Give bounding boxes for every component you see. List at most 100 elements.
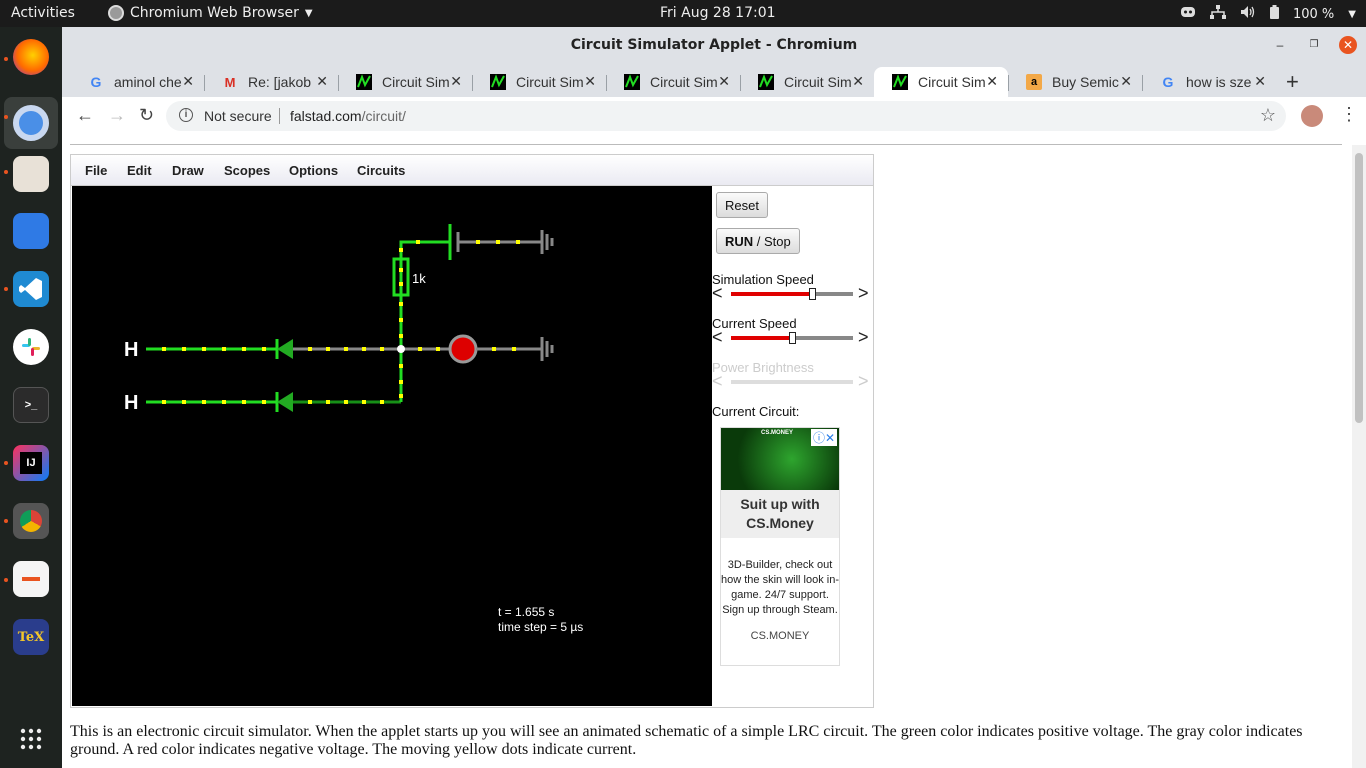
url-text[interactable]: falstad.com/circuit/ bbox=[290, 108, 406, 124]
new-tab-button[interactable]: + bbox=[1286, 69, 1299, 95]
page-scrollbar[interactable] bbox=[1352, 145, 1366, 768]
slider-track[interactable] bbox=[731, 332, 853, 344]
menu-file[interactable]: File bbox=[85, 163, 107, 178]
chevron-left-icon[interactable]: < bbox=[712, 327, 723, 348]
screenshot-icon[interactable] bbox=[13, 503, 49, 539]
system-tray[interactable]: 100 % ▼ bbox=[1180, 5, 1356, 23]
intellij-icon[interactable]: IJ bbox=[13, 445, 49, 481]
tab-close-icon[interactable]: ✕ bbox=[182, 73, 194, 90]
terminal-icon[interactable]: >_ bbox=[13, 387, 49, 423]
address-bar[interactable]: i Not secure falstad.com/circuit/ ☆ bbox=[166, 101, 1286, 131]
resistor-1k[interactable]: 1k bbox=[392, 257, 426, 297]
network-icon[interactable] bbox=[1209, 5, 1226, 23]
back-button[interactable]: ← bbox=[76, 105, 94, 126]
diode-2[interactable] bbox=[277, 392, 293, 412]
ad-body[interactable]: 3D-Builder, check out how the skin will … bbox=[721, 558, 839, 618]
close-button[interactable]: ✕ bbox=[1339, 36, 1357, 54]
running-indicator bbox=[4, 57, 8, 61]
led-indicator[interactable] bbox=[448, 334, 478, 364]
circuit-schematic[interactable]: 1k H H t = 1.655 s time step = 5 µs bbox=[72, 186, 712, 706]
chevron-left-icon[interactable]: < bbox=[712, 283, 723, 304]
slider-fill bbox=[731, 292, 812, 296]
circuit-canvas[interactable]: 1k H H t = 1.655 s time step = 5 µs bbox=[72, 186, 712, 706]
tab-9[interactable]: Ghow is sze ✕ bbox=[1142, 67, 1276, 97]
tab-5[interactable]: Circuit Sim ✕ bbox=[606, 67, 740, 97]
chevron-right-icon[interactable]: > bbox=[858, 283, 869, 304]
tab-close-icon[interactable]: ✕ bbox=[986, 73, 998, 90]
security-label[interactable]: Not secure bbox=[204, 108, 272, 124]
forward-button[interactable]: → bbox=[108, 105, 126, 126]
ad-domain[interactable]: CS.MONEY bbox=[721, 630, 839, 642]
chevron-right-icon[interactable]: > bbox=[858, 327, 869, 348]
tab-6[interactable]: Circuit Sim ✕ bbox=[740, 67, 874, 97]
activities-button[interactable]: Activities bbox=[11, 5, 75, 21]
input-row-1[interactable]: H bbox=[124, 295, 542, 402]
diode-1[interactable] bbox=[277, 339, 293, 359]
menu-options[interactable]: Options bbox=[289, 163, 338, 178]
clock[interactable]: Fri Aug 28 17:01 bbox=[660, 5, 776, 21]
chromium-dock-slot[interactable] bbox=[4, 97, 58, 149]
discord-icon[interactable] bbox=[1180, 6, 1196, 22]
url-host: falstad.com bbox=[290, 108, 362, 124]
software-icon[interactable] bbox=[13, 213, 49, 249]
tab-close-icon[interactable]: ✕ bbox=[718, 73, 730, 90]
ground-symbol-bottom bbox=[540, 337, 554, 361]
menu-scopes[interactable]: Scopes bbox=[224, 163, 270, 178]
ad-headline[interactable]: Suit up with CS.Money bbox=[721, 490, 839, 538]
advertisement[interactable]: CS.MONEY ⓘ✕ Suit up with CS.Money 3D-Bui… bbox=[720, 427, 840, 666]
tab-close-icon[interactable]: ✕ bbox=[852, 73, 864, 90]
tab-8[interactable]: a Buy Semic ✕ bbox=[1008, 67, 1142, 97]
window-title: Circuit Simulator Applet - Chromium bbox=[570, 37, 858, 53]
info-icon[interactable]: i bbox=[179, 108, 193, 122]
ad-choices-icon[interactable]: ⓘ✕ bbox=[810, 429, 837, 446]
menu-edit[interactable]: Edit bbox=[127, 163, 152, 178]
applet-menubar: File Edit Draw Scopes Options Circuits bbox=[71, 155, 873, 186]
app-menu[interactable]: Chromium Web Browser ▼ bbox=[108, 5, 313, 21]
window-titlebar[interactable]: Circuit Simulator Applet - Chromium – ❐ … bbox=[62, 27, 1366, 63]
more-menu-icon[interactable]: ⋮ bbox=[1340, 104, 1358, 125]
firefox-icon[interactable] bbox=[13, 39, 49, 75]
tab-7[interactable]: Circuit Sim ✕ bbox=[874, 67, 1008, 97]
slider-track[interactable] bbox=[731, 288, 853, 300]
volume-icon[interactable] bbox=[1240, 5, 1256, 23]
logic-input-1[interactable]: H bbox=[124, 339, 138, 361]
bookmark-star-icon[interactable]: ☆ bbox=[1260, 105, 1276, 126]
files-icon[interactable] bbox=[13, 156, 49, 192]
minimize-button[interactable]: – bbox=[1271, 36, 1289, 54]
tab-close-icon[interactable]: ✕ bbox=[1120, 73, 1132, 90]
circuit-icon bbox=[490, 74, 506, 90]
control-panel: Reset RUN / Stop Simulation Speed < > Cu… bbox=[712, 186, 873, 706]
tab-4[interactable]: Circuit Sim ✕ bbox=[472, 67, 606, 97]
tab-close-icon[interactable]: ✕ bbox=[584, 73, 596, 90]
tab-close-icon[interactable]: ✕ bbox=[316, 73, 328, 90]
slider-thumb[interactable] bbox=[789, 332, 796, 344]
vscode-icon[interactable] bbox=[13, 271, 49, 307]
reload-button[interactable]: ↻ bbox=[139, 105, 154, 126]
power-brightness-label: Power Brightness bbox=[712, 360, 814, 375]
battery-icon[interactable] bbox=[1269, 5, 1279, 23]
reset-button[interactable]: Reset bbox=[716, 192, 768, 218]
texmaker-icon[interactable]: TeX bbox=[13, 619, 49, 655]
scrollbar-thumb[interactable] bbox=[1355, 153, 1363, 423]
tab-2[interactable]: M Re: [jakob ✕ bbox=[204, 67, 338, 97]
chevron-down-icon: ▼ bbox=[1348, 8, 1356, 20]
show-applications-icon[interactable] bbox=[13, 721, 49, 757]
tab-3[interactable]: Circuit Sim ✕ bbox=[338, 67, 472, 97]
document-viewer-icon[interactable] bbox=[13, 561, 49, 597]
simulation-time: t = 1.655 s bbox=[498, 605, 554, 619]
maximize-button[interactable]: ❐ bbox=[1305, 36, 1323, 54]
circuit-icon bbox=[624, 74, 640, 90]
tab-close-icon[interactable]: ✕ bbox=[450, 73, 462, 90]
tab-1[interactable]: Gaminol che ✕ bbox=[70, 67, 204, 97]
menu-draw[interactable]: Draw bbox=[172, 163, 204, 178]
profile-avatar[interactable] bbox=[1301, 105, 1323, 127]
slack-icon[interactable] bbox=[13, 329, 49, 365]
simulation-timestep: time step = 5 µs bbox=[498, 620, 583, 634]
menu-circuits[interactable]: Circuits bbox=[357, 163, 405, 178]
run-stop-button[interactable]: RUN / Stop bbox=[716, 228, 800, 254]
current-speed-slider[interactable]: < > bbox=[712, 327, 872, 348]
slider-thumb[interactable] bbox=[808, 288, 816, 300]
tab-close-icon[interactable]: ✕ bbox=[1254, 73, 1266, 90]
simulation-speed-slider[interactable]: < > bbox=[712, 283, 872, 304]
logic-input-2[interactable]: H bbox=[124, 392, 138, 414]
